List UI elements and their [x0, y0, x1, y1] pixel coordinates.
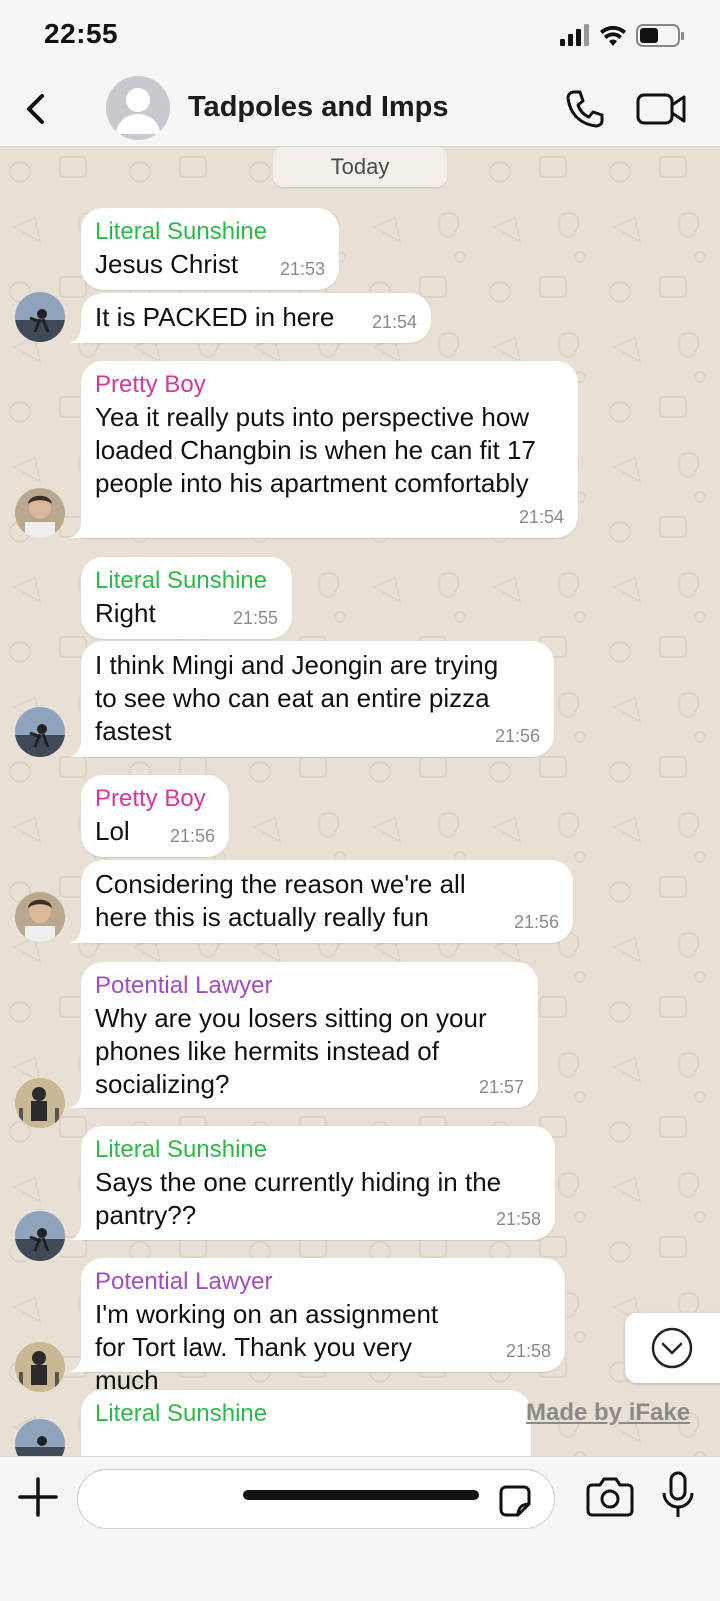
- date-label: Today: [273, 147, 447, 187]
- message-time: 21:54: [371, 312, 417, 332]
- message-time: 21:56: [169, 826, 215, 846]
- message-time: 21:56: [494, 726, 540, 746]
- avatar[interactable]: [15, 1211, 65, 1261]
- sender-name: Potential Lawyer: [95, 972, 273, 999]
- message-time: 21:58: [505, 1341, 551, 1361]
- microphone-icon[interactable]: [660, 1471, 696, 1521]
- message-bubble[interactable]: Literal Sunshine Jesus Christ 21:53: [81, 208, 339, 290]
- message-text: It is PACKED in here: [95, 302, 335, 332]
- message-text: Considering the reason we're all here th…: [95, 869, 466, 932]
- message-bubble[interactable]: It is PACKED in here 21:54: [69, 293, 431, 343]
- message-text: I'm working on an assignment for Tort la…: [95, 1299, 439, 1395]
- video-camera-icon[interactable]: [636, 86, 688, 132]
- chat-header: Tadpoles and Imps: [0, 72, 720, 147]
- avatar[interactable]: [15, 707, 65, 757]
- watermark: Made by iFake: [526, 1399, 691, 1426]
- message-bubble[interactable]: Potential Lawyer Why are you losers sitt…: [69, 962, 538, 1108]
- sender-name: Literal Sunshine: [95, 1136, 268, 1163]
- chat-title[interactable]: Tadpoles and Imps: [188, 91, 449, 124]
- message-time: 21:54: [518, 507, 564, 527]
- message-bubble[interactable]: Potential Lawyer I'm working on an assig…: [69, 1258, 565, 1395]
- avatar[interactable]: [15, 292, 65, 342]
- message-time: 21:57: [478, 1077, 524, 1097]
- wifi-icon: [600, 25, 626, 46]
- chevron-down-icon: [651, 1327, 693, 1369]
- message-text: Why are you losers sitting on your phone…: [95, 1003, 487, 1099]
- message-bubble[interactable]: Literal Sunshine Right 21:55: [81, 557, 292, 639]
- message-bubble[interactable]: I think Mingi and Jeongin are trying to …: [69, 641, 554, 757]
- sender-name: Pretty Boy: [95, 785, 206, 812]
- avatar[interactable]: [15, 488, 65, 538]
- chat-area[interactable]: Today Literal Sunshine Jesus Christ 21:5…: [0, 147, 720, 1456]
- status-icons: [560, 22, 690, 50]
- message-text: Yea it really puts into perspective how …: [95, 402, 536, 498]
- message-time: 21:55: [232, 608, 278, 628]
- battery-icon: [636, 24, 684, 47]
- message-text: Says the one currently hiding in the pan…: [95, 1167, 502, 1230]
- sender-name: Literal Sunshine: [95, 567, 268, 594]
- sender-name: Literal Sunshine: [95, 1400, 268, 1427]
- message-bubble[interactable]: Pretty Boy Lol 21:56: [81, 775, 229, 857]
- signal-icon: [560, 24, 589, 46]
- scroll-down-button[interactable]: [625, 1313, 720, 1383]
- sender-name: Literal Sunshine: [95, 218, 268, 245]
- message-text: I think Mingi and Jeongin are trying to …: [95, 650, 499, 746]
- status-time: 22:55: [44, 18, 119, 49]
- message-field[interactable]: [96, 1478, 480, 1522]
- chevron-left-icon[interactable]: [12, 84, 62, 134]
- group-avatar-icon[interactable]: [106, 76, 170, 140]
- message-time: 21:58: [495, 1209, 541, 1229]
- avatar[interactable]: [15, 1078, 65, 1128]
- input-bar: [0, 1456, 720, 1601]
- camera-icon[interactable]: [586, 1475, 634, 1517]
- message-time: 21:53: [279, 259, 325, 279]
- message-bubble[interactable]: Literal Sunshine: [81, 1390, 531, 1456]
- message-bubble[interactable]: Considering the reason we're all here th…: [69, 860, 573, 943]
- message-bubble[interactable]: Pretty Boy Yea it really puts into persp…: [69, 361, 578, 538]
- message-time: 21:56: [513, 912, 559, 932]
- avatar[interactable]: [15, 1342, 65, 1392]
- message-bubble[interactable]: Literal Sunshine Says the one currently …: [69, 1126, 555, 1240]
- sender-name: Potential Lawyer: [95, 1268, 273, 1295]
- sender-name: Pretty Boy: [95, 371, 206, 398]
- phone-icon[interactable]: [562, 86, 608, 132]
- plus-icon[interactable]: [16, 1475, 60, 1519]
- home-indicator: [243, 1490, 479, 1500]
- status-bar: 22:55: [0, 0, 720, 72]
- avatar[interactable]: [15, 892, 65, 942]
- sticker-icon[interactable]: [498, 1484, 532, 1518]
